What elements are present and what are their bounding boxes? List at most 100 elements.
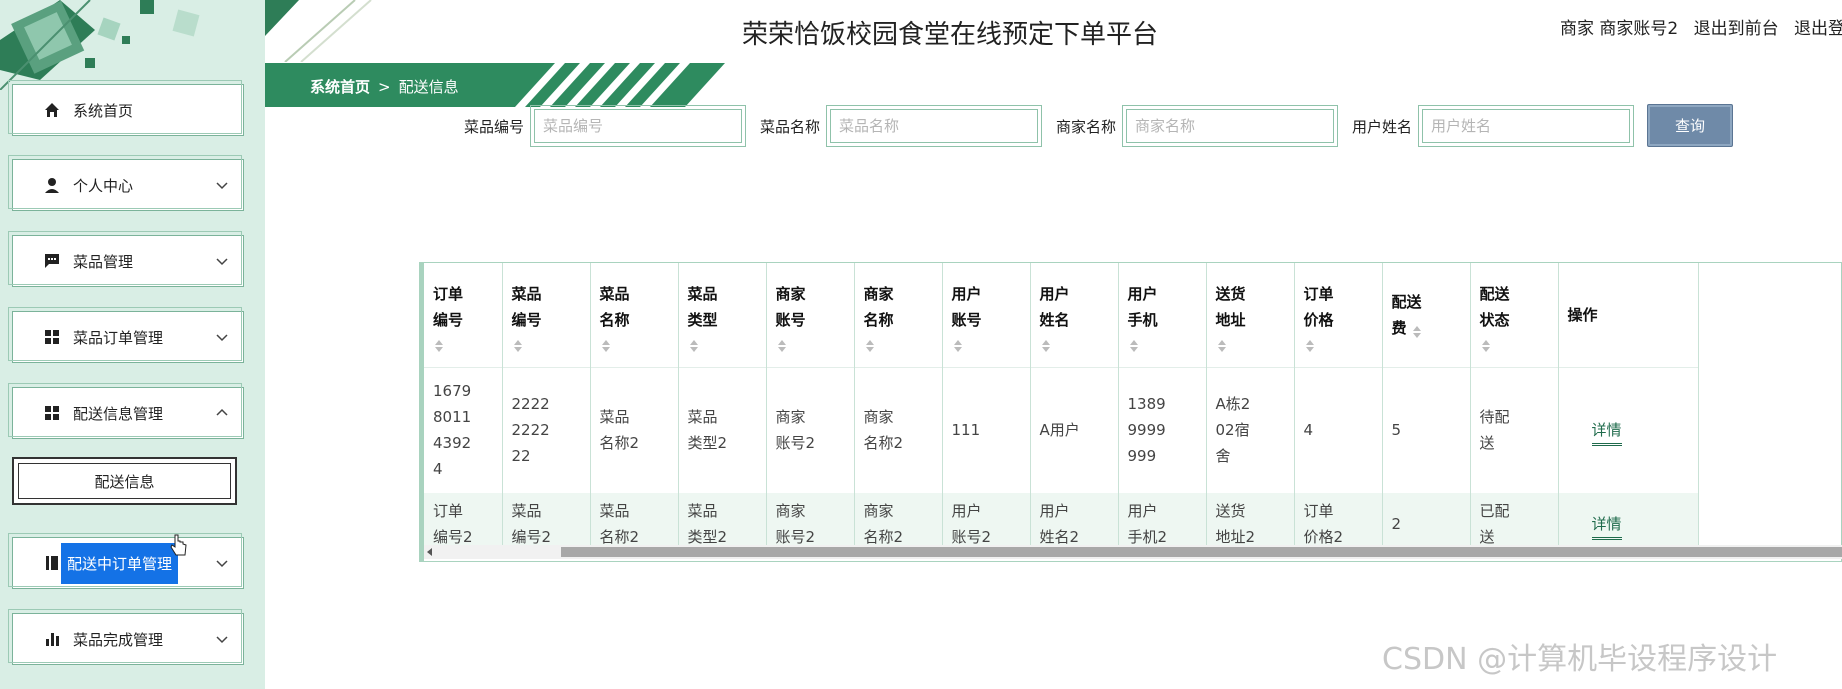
cell-text: 价格2	[1303, 528, 1344, 546]
cell-text: 账号2	[951, 528, 992, 546]
column-header[interactable]: 配送费	[1382, 263, 1471, 367]
table-cell: 1389 9999 999	[1118, 366, 1207, 493]
column-header-text: 操作	[1567, 305, 1598, 324]
delivery-table-container: 订单 编号 菜品 编号 菜品 名称 菜品 类型 商家 账号 商家 名称 用户 账号 用户 姓名 用户 手机 送货 地址…	[419, 262, 1842, 562]
column-header[interactable]: 送货 地址	[1206, 263, 1295, 367]
sidebar: 系统首页 个人中心 菜品管理 菜品订单管理 配送信息管理 配送信息 配送中订单管…	[0, 0, 265, 689]
column-header[interactable]: 菜品 名称	[590, 263, 679, 367]
cell-text: 类型2	[687, 528, 728, 546]
sort-icon[interactable]	[1304, 335, 1316, 352]
watermark: CSDN @计算机毕设程序设计	[1382, 642, 1778, 677]
dish-name-input[interactable]	[830, 109, 1039, 143]
column-header[interactable]: 用户 姓名	[1030, 263, 1119, 367]
sidebar-item-dish-completion[interactable]: 菜品完成管理	[8, 609, 244, 665]
dish-number-input[interactable]	[534, 109, 743, 143]
table-cell: A用户	[1030, 366, 1119, 493]
scrollbar-thumb[interactable]	[561, 547, 1842, 557]
column-header-text: 姓名	[1039, 310, 1070, 329]
cell-text: 送货	[1215, 502, 1246, 520]
table-cell: 4	[1294, 366, 1383, 493]
sort-icon[interactable]	[1040, 335, 1052, 352]
detail-link[interactable]: 详情	[1591, 421, 1622, 447]
query-button[interactable]: 查询	[1647, 104, 1733, 147]
app-root: 系统首页 个人中心 菜品管理 菜品订单管理 配送信息管理 配送信息 配送中订单管…	[0, 0, 1842, 689]
grid-icon	[43, 328, 61, 346]
column-header[interactable]: 商家 名称	[854, 263, 943, 367]
cell-text: 地址2	[1215, 528, 1256, 546]
sidebar-subitem-delivery-info[interactable]: 配送信息	[12, 457, 237, 505]
sort-icon[interactable]	[1128, 335, 1140, 352]
column-header[interactable]: 菜品 类型	[678, 263, 767, 367]
user-name-input[interactable]	[1422, 109, 1631, 143]
column-header-text: 状态	[1479, 310, 1510, 329]
column-header[interactable]: 用户 账号	[942, 263, 1031, 367]
cell-text: 菜品	[687, 502, 718, 520]
book-icon	[43, 554, 61, 572]
sidebar-item-home[interactable]: 系统首页	[8, 80, 244, 136]
cell-text: 账号2	[775, 434, 816, 453]
table-cell: 5	[1382, 366, 1471, 493]
sidebar-item-label: 个人中心	[73, 176, 134, 195]
sidebar-item-label: 系统首页	[73, 101, 134, 120]
column-header-text: 送货	[1215, 284, 1246, 303]
column-header-text: 名称	[863, 310, 894, 329]
table-cell: 1679 8011 4392 4	[424, 366, 503, 493]
detail-link[interactable]: 详情	[1591, 515, 1622, 540]
cell-text: 商家	[775, 502, 806, 520]
column-header-text: 订单	[1303, 284, 1334, 303]
cell-text: 4	[433, 460, 443, 479]
table-header-row: 订单 编号 菜品 编号 菜品 名称 菜品 类型 商家 账号 商家 名称 用户 账号 用户 姓名 用户 手机 送货 地址…	[424, 263, 1699, 367]
sidebar-item-dish-management[interactable]: 菜品管理	[8, 231, 244, 287]
sidebar-item-dish-order-management[interactable]: 菜品订单管理	[8, 307, 244, 363]
column-header[interactable]: 商家 账号	[766, 263, 855, 367]
sort-icon[interactable]	[1480, 335, 1492, 352]
cell-text: 账号2	[775, 528, 816, 546]
search-field-dish-name: 菜品名称	[760, 104, 1043, 148]
merchant-name-input[interactable]	[1126, 109, 1335, 143]
sort-icon[interactable]	[1411, 321, 1423, 339]
sort-icon[interactable]	[1216, 335, 1228, 352]
column-header[interactable]: 订单 编号	[424, 263, 503, 367]
sidebar-item-personal-center[interactable]: 个人中心	[8, 155, 244, 211]
cell-text: 订单	[433, 502, 464, 520]
action-cell: 详情	[1558, 366, 1699, 493]
cell-text: 用户	[1039, 502, 1070, 520]
breadcrumb-home[interactable]: 系统首页	[310, 78, 370, 96]
sort-icon[interactable]	[512, 335, 524, 352]
search-field-merchant-name: 商家名称	[1056, 104, 1339, 148]
column-header[interactable]: 配送 状态	[1470, 263, 1559, 367]
search-label: 商家名称	[1056, 117, 1117, 136]
column-header: 操作	[1558, 263, 1699, 367]
header-decoration	[265, 0, 372, 62]
cell-text: 已配	[1479, 502, 1510, 520]
sort-icon[interactable]	[600, 335, 612, 352]
column-header[interactable]: 订单 价格	[1294, 263, 1383, 367]
cell-text: 1389	[1127, 395, 1166, 414]
sidebar-item-delivering-orders[interactable]: 配送中订单管理	[8, 533, 244, 589]
column-header[interactable]: 菜品 编号	[502, 263, 591, 367]
cell-text: 订单	[1303, 502, 1334, 520]
sidebar-item-delivery-management[interactable]: 配送信息管理	[8, 383, 244, 439]
cell-text: 商家	[863, 408, 894, 427]
sort-icon[interactable]	[433, 335, 445, 352]
chevron-down-icon	[216, 636, 228, 644]
back-to-front-link[interactable]: 退出到前台	[1694, 19, 1779, 39]
logout-link[interactable]: 退出登	[1794, 19, 1842, 39]
cell-text: 菜品	[599, 408, 630, 427]
sort-icon[interactable]	[864, 335, 876, 352]
cell-text: 用户	[951, 502, 982, 520]
sort-icon[interactable]	[776, 335, 788, 352]
sort-icon[interactable]	[952, 335, 964, 352]
grid-icon	[43, 404, 61, 422]
sidebar-item-label: 菜品管理	[73, 252, 134, 271]
search-field-user-name: 用户姓名	[1352, 104, 1635, 148]
column-header-text: 菜品	[599, 284, 630, 303]
horizontal-scrollbar[interactable]	[424, 545, 1842, 559]
search-label: 用户姓名	[1352, 117, 1413, 136]
scroll-left-arrow-icon[interactable]	[427, 548, 432, 556]
cell-text: 菜品	[687, 408, 718, 427]
column-header[interactable]: 用户 手机	[1118, 263, 1207, 367]
sort-icon[interactable]	[688, 335, 700, 352]
column-header-text: 配送	[1479, 284, 1510, 303]
bar-chart-icon	[43, 630, 61, 648]
